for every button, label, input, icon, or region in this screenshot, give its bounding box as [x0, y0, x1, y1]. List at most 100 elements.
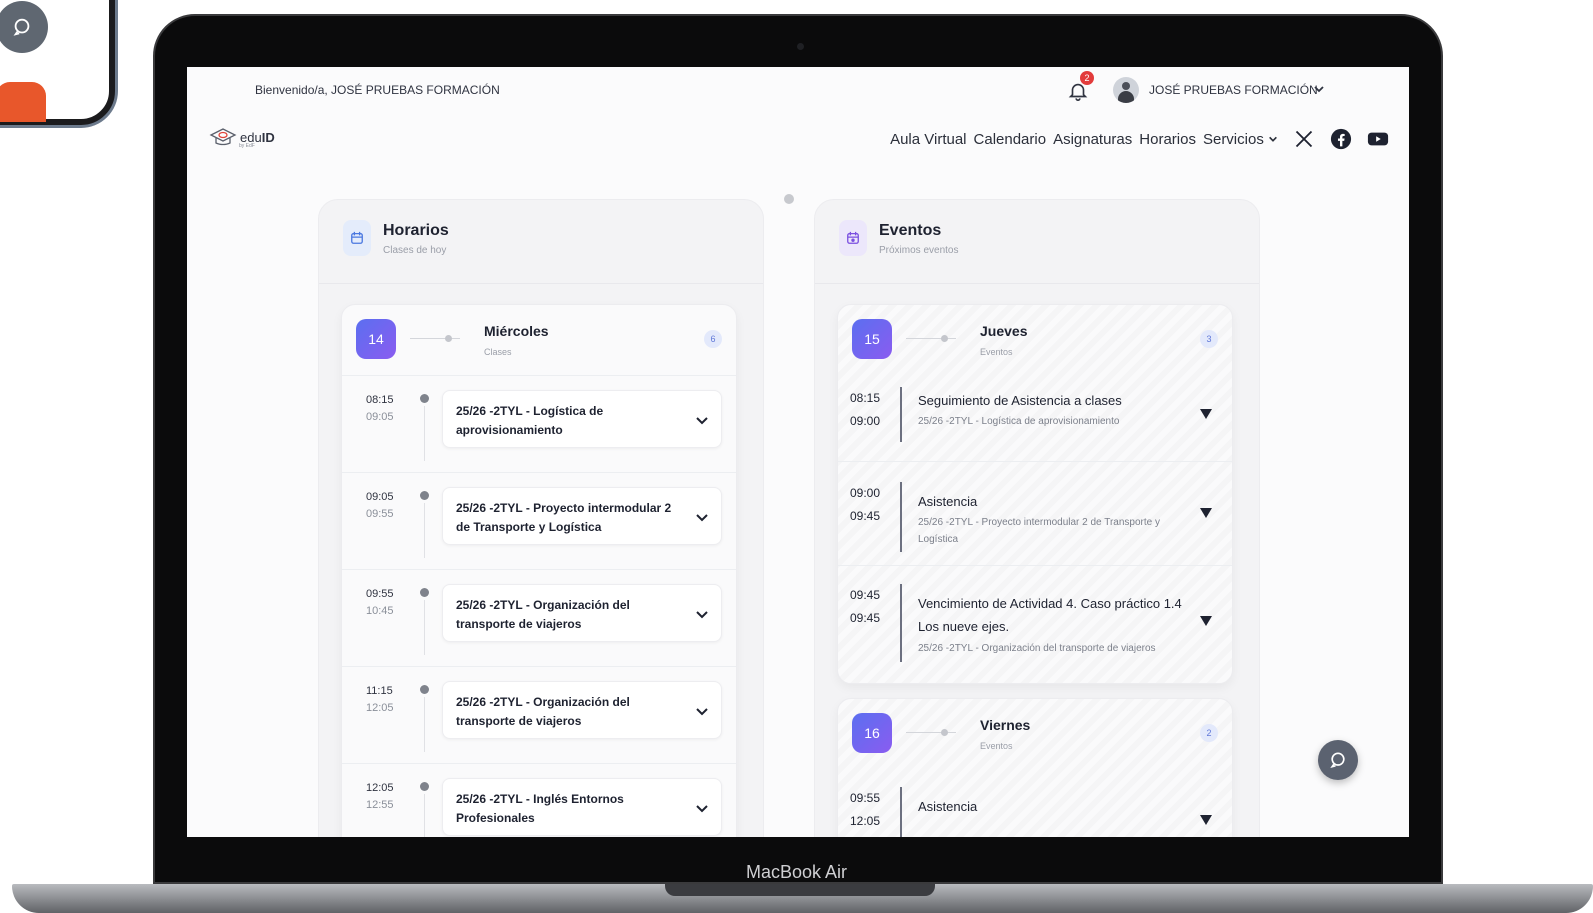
x-icon[interactable]	[1293, 128, 1315, 150]
device-brand: MacBook Air	[745, 862, 848, 882]
horarios-title: Horarios	[383, 222, 449, 239]
day-name: Viernes	[980, 717, 1031, 733]
notification-badge: 2	[1080, 71, 1094, 85]
class-name: 25/26 -2TYL - Logística de aprovisionami…	[456, 404, 604, 437]
laptop-hinge	[665, 884, 935, 896]
timeline-connector	[906, 338, 956, 339]
eventos-subtitle: Próximos eventos	[879, 245, 959, 256]
class-times: 09:55 10:45	[366, 588, 394, 617]
expand-triangle-icon[interactable]	[1200, 508, 1212, 518]
timeline-connector	[410, 338, 460, 339]
facebook-icon[interactable]	[1330, 128, 1352, 150]
class-row: 12:05 12:55 25/26 -2TYL - Inglés Entornos…	[342, 763, 736, 837]
logo[interactable]: eduID by EdF	[209, 127, 275, 149]
event-times: 08:15 09:00	[850, 391, 881, 428]
event-title: Vencimiento de Actividad 4. Caso práctic…	[918, 596, 1182, 634]
event-row[interactable]: 08:15 09:00 Seguimiento de Asistencia a c…	[838, 375, 1232, 461]
event-times: 09:00 09:45	[850, 486, 881, 523]
timeline-dot	[420, 782, 429, 791]
event-row[interactable]: 09:00 09:45 Asistencia 25/26 -2TYL - Proy…	[838, 461, 1232, 565]
youtube-icon[interactable]	[1367, 128, 1389, 150]
expand-triangle-icon[interactable]	[1200, 815, 1212, 825]
timeline-line	[900, 787, 902, 837]
day-name: Miércoles	[484, 323, 549, 339]
phone-mockup	[0, 0, 115, 125]
chat-button[interactable]	[1318, 740, 1358, 780]
timeline-line	[424, 794, 425, 837]
day-card-thursday: 15 Jueves Eventos 3 08:15 09:00 Seguimien…	[837, 304, 1233, 684]
class-name: 25/26 -2TYL - Proyecto intermodular 2 de…	[456, 501, 672, 534]
nav-aula-virtual[interactable]: Aula Virtual	[890, 131, 966, 148]
timeline-line	[900, 387, 902, 442]
logo-tagline: by EdF	[239, 143, 255, 149]
timeline-dot	[420, 491, 429, 500]
class-times: 11:15 12:05	[366, 685, 394, 714]
chevron-down-icon[interactable]	[695, 607, 709, 621]
timeline-dot	[445, 335, 452, 342]
day-number: 14	[356, 319, 396, 359]
eventos-header: Eventos Próximos eventos	[839, 220, 958, 256]
chevron-down-icon[interactable]	[695, 510, 709, 524]
chevron-down-icon	[1269, 136, 1277, 142]
class-item[interactable]: 25/26 -2TYL - Organización del transport…	[442, 681, 722, 739]
event-subject: 25/26 -2TYL - Organización del transport…	[918, 643, 1156, 654]
day-header: 14 Miércoles Clases 6	[342, 305, 736, 375]
class-times: 09:05 09:55	[366, 491, 394, 520]
timeline-line	[900, 482, 902, 552]
horarios-panel: Horarios Clases de hoy 14 Miércoles Clas…	[318, 199, 764, 837]
timeline-line	[424, 406, 425, 461]
chevron-down-icon[interactable]	[1313, 83, 1325, 95]
nav-asignaturas[interactable]: Asignaturas	[1053, 131, 1132, 148]
laptop-camera	[797, 43, 804, 50]
phone-app-orange	[0, 82, 46, 122]
expand-triangle-icon[interactable]	[1200, 616, 1212, 626]
class-times: 08:15 09:05	[366, 394, 394, 423]
class-count-badge: 6	[704, 330, 722, 348]
event-subject: 25/26 -2TYL - Proyecto intermodular 2 de…	[918, 517, 1160, 545]
event-title: Asistencia	[918, 494, 978, 509]
class-times: 12:05 12:55	[366, 782, 394, 811]
app-screen: Bienvenido/a, JOSÉ PRUEBAS FORMACIÓN 2 J…	[187, 67, 1409, 837]
class-row: 09:55 10:45 25/26 -2TYL - Organización de…	[342, 569, 736, 666]
nav-servicios[interactable]: Servicios	[1203, 131, 1278, 148]
day-card-friday: 16 Viernes Eventos 2 09:55 12:05 Asistenc…	[837, 698, 1233, 837]
event-title: Asistencia	[918, 799, 978, 814]
class-item[interactable]: 25/26 -2TYL - Inglés Entornos Profesiona…	[442, 778, 722, 836]
carousel-dot[interactable]	[784, 194, 794, 204]
eventos-panel: Eventos Próximos eventos 15 Jueves Event…	[814, 199, 1260, 837]
timeline-dot	[420, 394, 429, 403]
chevron-down-icon[interactable]	[695, 413, 709, 427]
timeline-line	[424, 503, 425, 558]
avatar[interactable]	[1113, 77, 1139, 103]
main-nav: Aula Virtual Calendario Asignaturas Hora…	[890, 128, 1389, 150]
event-row[interactable]: 09:55 12:05 Asistencia	[838, 769, 1232, 837]
timeline-connector	[906, 732, 956, 733]
event-count-badge: 3	[1200, 330, 1218, 348]
event-count-badge: 2	[1200, 724, 1218, 742]
chevron-down-icon[interactable]	[695, 704, 709, 718]
day-subtitle: Eventos	[980, 741, 1013, 751]
class-item[interactable]: 25/26 -2TYL - Proyecto intermodular 2 de…	[442, 487, 722, 545]
class-name: 25/26 -2TYL - Organización del transport…	[456, 598, 630, 631]
event-subject: 25/26 -2TYL - Logística de aprovisionami…	[918, 416, 1120, 427]
timeline-dot	[420, 685, 429, 694]
nav-horarios[interactable]: Horarios	[1139, 131, 1196, 148]
phone-chat-icon	[0, 1, 48, 53]
day-name: Jueves	[980, 323, 1028, 339]
timeline-line	[424, 697, 425, 752]
calendar-icon	[343, 220, 371, 256]
chevron-down-icon[interactable]	[695, 801, 709, 815]
class-row: 11:15 12:05 25/26 -2TYL - Organización de…	[342, 666, 736, 763]
class-item[interactable]: 25/26 -2TYL - Organización del transport…	[442, 584, 722, 642]
horarios-header: Horarios Clases de hoy	[343, 220, 449, 256]
expand-triangle-icon[interactable]	[1200, 409, 1212, 419]
timeline-line	[900, 584, 902, 662]
class-name: 25/26 -2TYL - Organización del transport…	[456, 695, 630, 728]
event-row[interactable]: 09:45 09:45 Vencimiento de Actividad 4. C…	[838, 565, 1232, 673]
user-menu-name[interactable]: JOSÉ PRUEBAS FORMACIÓN	[1149, 83, 1318, 97]
class-item[interactable]: 25/26 -2TYL - Logística de aprovisionami…	[442, 390, 722, 448]
nav-calendario[interactable]: Calendario	[974, 131, 1047, 148]
day-card-wednesday: 14 Miércoles Clases 6 08:15 09:05 25/26 -…	[341, 304, 737, 837]
eventos-title: Eventos	[879, 222, 942, 239]
divider	[815, 283, 1259, 284]
